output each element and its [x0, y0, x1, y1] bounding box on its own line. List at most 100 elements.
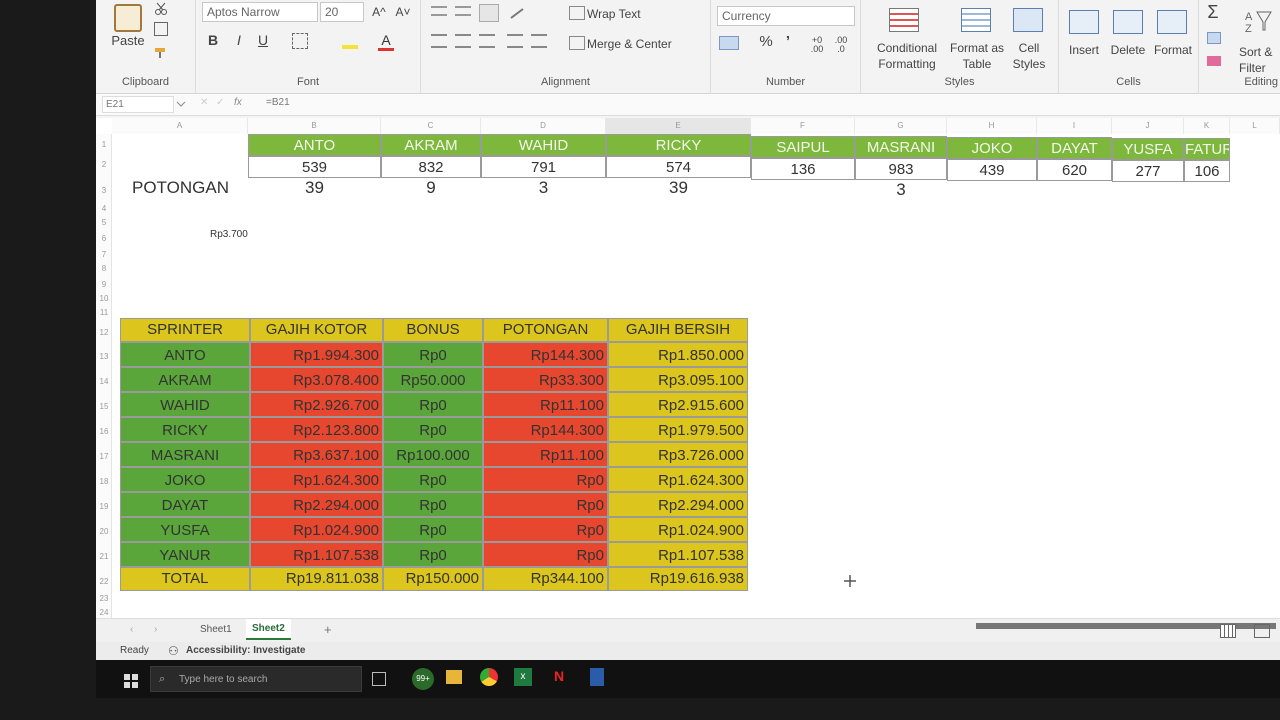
potongan-cell[interactable]: 3	[855, 178, 947, 202]
format-painter-icon[interactable]	[154, 46, 168, 58]
align-left-icon[interactable]	[431, 34, 447, 48]
page-layout-icon[interactable]	[1254, 624, 1270, 638]
comma-button[interactable]: ’	[783, 34, 793, 50]
sheet-tab[interactable]: Sheet1	[200, 624, 232, 635]
align-top-icon[interactable]	[431, 6, 447, 16]
bonus-cell[interactable]: Rp0	[383, 342, 483, 367]
net-pay-cell[interactable]: Rp1.024.900	[608, 517, 748, 542]
conditional-formatting-button[interactable]: Conditional Formatting	[867, 40, 947, 72]
calculator-icon[interactable]	[590, 668, 604, 686]
value-cell[interactable]: 439	[947, 159, 1037, 181]
column-header[interactable]: C	[381, 118, 481, 134]
sprinter-cell[interactable]: JOKO	[120, 467, 250, 492]
column-header[interactable]: A	[112, 118, 248, 134]
name-cell[interactable]: FATUR	[1184, 138, 1230, 160]
potongan-cell[interactable]: 3	[481, 176, 606, 200]
chrome-icon[interactable]	[480, 668, 498, 686]
sprinter-cell[interactable]: YUSFA	[120, 517, 250, 542]
gross-pay-cell[interactable]: Rp1.624.300	[250, 467, 383, 492]
scroll-left-icon[interactable]: ‹	[130, 624, 133, 635]
autosum-button[interactable]: Σ	[1205, 3, 1221, 21]
net-pay-cell[interactable]: Rp1.624.300	[608, 467, 748, 492]
row-header[interactable]: 15	[96, 402, 112, 411]
potongan-cell[interactable]: 39	[606, 176, 751, 200]
windows-start-icon[interactable]	[124, 674, 138, 688]
value-cell[interactable]: 832	[381, 156, 481, 178]
accessibility-status[interactable]: Accessibility: Investigate	[186, 645, 306, 656]
sprinter-cell[interactable]: DAYAT	[120, 492, 250, 517]
gross-pay-cell[interactable]: Rp2.926.700	[250, 392, 383, 417]
file-explorer-icon[interactable]	[446, 670, 462, 684]
column-header[interactable]: I	[1037, 118, 1112, 134]
sheet-tab-active[interactable]: Sheet2	[246, 619, 291, 640]
value-cell[interactable]: 539	[248, 156, 381, 178]
salary-header-cell[interactable]: SPRINTER	[120, 318, 250, 342]
salary-header-cell[interactable]: GAJIH BERSIH	[608, 318, 748, 342]
row-header[interactable]: 18	[96, 477, 112, 486]
decrease-indent-icon[interactable]	[507, 34, 523, 48]
net-pay-cell[interactable]: Rp2.915.600	[608, 392, 748, 417]
column-header[interactable]: E	[606, 118, 751, 134]
bonus-cell[interactable]: Rp100.000	[383, 442, 483, 467]
copy-icon[interactable]	[154, 22, 168, 36]
grow-font-button[interactable]: A^	[370, 4, 388, 20]
row-header[interactable]: 4	[96, 204, 112, 213]
fill-color-icon[interactable]	[342, 33, 358, 49]
deduction-cell[interactable]: Rp0	[483, 467, 608, 492]
net-pay-cell[interactable]: Rp3.726.000	[608, 442, 748, 467]
underline-button[interactable]: U	[256, 32, 270, 48]
value-cell[interactable]: 277	[1112, 160, 1184, 182]
total-cell[interactable]: Rp150.000	[383, 567, 483, 591]
deduction-cell[interactable]: Rp144.300	[483, 342, 608, 367]
cell-styles-button[interactable]: Cell Styles	[1007, 40, 1051, 72]
insert-function-button[interactable]: fx	[234, 97, 242, 108]
name-cell[interactable]: ANTO	[248, 134, 381, 156]
row-header[interactable]: 14	[96, 377, 112, 386]
font-name-box[interactable]: Aptos Narrow	[202, 2, 318, 22]
row-header[interactable]: 8	[96, 264, 112, 273]
formula-input[interactable]: =B21	[266, 97, 290, 108]
gross-pay-cell[interactable]: Rp3.637.100	[250, 442, 383, 467]
sprinter-cell[interactable]: RICKY	[120, 417, 250, 442]
column-header[interactable]: G	[855, 118, 947, 134]
decrease-decimal-button[interactable]: .00.0	[831, 36, 851, 54]
row-header[interactable]: 21	[96, 552, 112, 561]
worksheet-grid[interactable]: A B C D E F G H I J K L 1 2 3 4 5 6 7 8 …	[96, 118, 1280, 618]
gross-pay-cell[interactable]: Rp2.123.800	[250, 417, 383, 442]
excel-icon[interactable]: x	[514, 668, 532, 686]
number-format-box[interactable]: Currency	[717, 6, 855, 26]
total-cell[interactable]: Rp19.616.938	[608, 567, 748, 591]
bonus-cell[interactable]: Rp0	[383, 467, 483, 492]
value-cell[interactable]: 791	[481, 156, 606, 178]
net-pay-cell[interactable]: Rp3.095.100	[608, 367, 748, 392]
net-pay-cell[interactable]: Rp1.979.500	[608, 417, 748, 442]
gross-pay-cell[interactable]: Rp1.994.300	[250, 342, 383, 367]
bold-button[interactable]: B	[206, 32, 220, 48]
deduction-cell[interactable]: Rp0	[483, 542, 608, 567]
bonus-cell[interactable]: Rp0	[383, 392, 483, 417]
row-header[interactable]: 9	[96, 280, 112, 289]
row-header[interactable]: 10	[96, 294, 112, 303]
column-header[interactable]: B	[248, 118, 381, 134]
normal-view-icon[interactable]	[1220, 624, 1236, 638]
cut-icon[interactable]	[154, 2, 168, 16]
add-sheet-button[interactable]: +	[324, 622, 332, 637]
fill-icon[interactable]	[1207, 32, 1221, 44]
bonus-cell[interactable]: Rp50.000	[383, 367, 483, 392]
align-bottom-icon[interactable]	[479, 4, 499, 22]
salary-header-cell[interactable]: POTONGAN	[483, 318, 608, 342]
row-header[interactable]: 7	[96, 250, 112, 259]
gross-pay-cell[interactable]: Rp1.107.538	[250, 542, 383, 567]
italic-button[interactable]: I	[232, 32, 246, 48]
increase-indent-icon[interactable]	[531, 34, 547, 48]
chevron-down-icon[interactable]	[176, 99, 190, 111]
borders-icon[interactable]	[292, 33, 308, 49]
potongan-cell[interactable]: 9	[381, 176, 481, 200]
row-header[interactable]: 19	[96, 502, 112, 511]
insert-button[interactable]: Insert	[1065, 42, 1103, 58]
name-cell[interactable]: RICKY	[606, 134, 751, 156]
gross-pay-cell[interactable]: Rp3.078.400	[250, 367, 383, 392]
column-header[interactable]: L	[1230, 118, 1280, 134]
column-header[interactable]: H	[947, 118, 1037, 134]
note-cell[interactable]: Rp3.700	[210, 228, 270, 242]
